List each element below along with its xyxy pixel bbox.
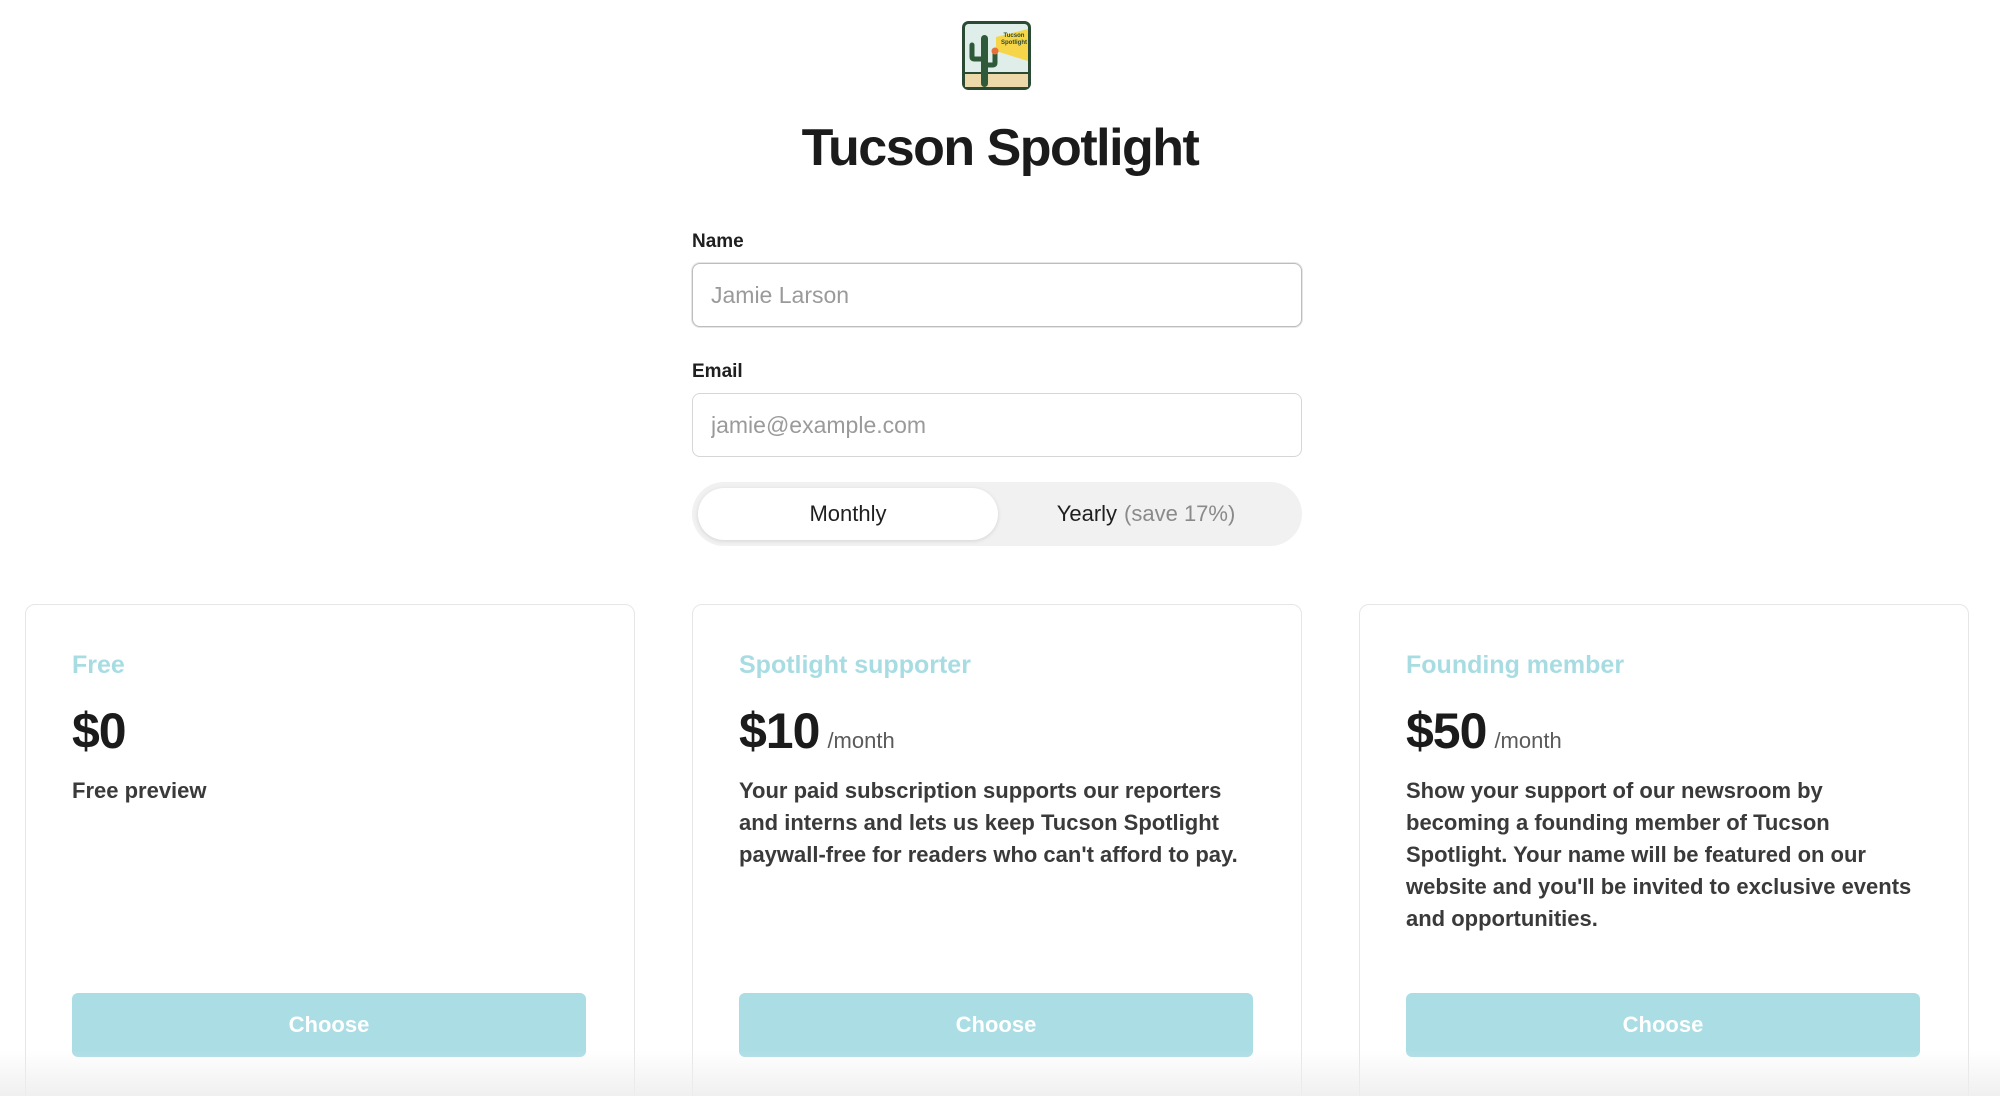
yearly-savings-note: (save 17%) [1124,501,1236,526]
email-input[interactable] [692,393,1302,457]
plan-name: Founding member [1406,651,1625,679]
plan-price: $50 /month [1406,701,1562,771]
plan-card-free: Free $0 Free preview Choose [25,604,635,1096]
plan-card-spotlight-supporter: Spotlight supporter $10 /month Your paid… [692,604,1302,1096]
plan-price: $0 [72,701,127,761]
price-amount: $10 [739,703,820,759]
price-interval: /month [1494,728,1562,753]
price-amount: $0 [72,703,127,759]
email-label: Email [692,361,743,382]
yearly-label: Yearly [1056,501,1118,526]
name-label: Name [692,231,744,252]
plan-name: Spotlight supporter [739,651,971,679]
yearly-option[interactable]: Yearly (save 17%) [996,488,1296,540]
page-title: Tucson Spotlight [801,119,1200,177]
price-amount: $50 [1406,703,1487,759]
monthly-label: Monthly [809,501,887,526]
choose-free-button[interactable]: Choose [72,993,586,1057]
plan-price: $10 /month [739,701,895,771]
plan-description: Free preview [72,778,207,803]
svg-text:Tucson: Tucson [1004,33,1025,39]
billing-period-toggle[interactable]: Monthly Yearly (save 17%) [692,482,1302,546]
plan-description: Your paid subscription supports our repo… [739,778,1238,867]
choose-founding-member-button[interactable]: Choose [1406,993,1920,1057]
plan-card-founding-member: Founding member $50 /month Show your sup… [1359,604,1969,1096]
signup-page: Tucson Spotlight Tucson Spotlight Name E… [0,0,2000,1096]
cactus-logo-icon: Tucson Spotlight [962,21,1031,90]
tucson-spotlight-logo: Tucson Spotlight [962,21,1031,90]
svg-text:Spotlight: Spotlight [1001,40,1027,46]
price-interval: /month [827,728,895,753]
plan-name: Free [72,651,125,679]
choose-supporter-button[interactable]: Choose [739,993,1253,1057]
monthly-option[interactable]: Monthly [698,488,998,540]
plan-description: Show your support of our newsroom by bec… [1406,778,1912,931]
name-input[interactable] [692,263,1302,327]
